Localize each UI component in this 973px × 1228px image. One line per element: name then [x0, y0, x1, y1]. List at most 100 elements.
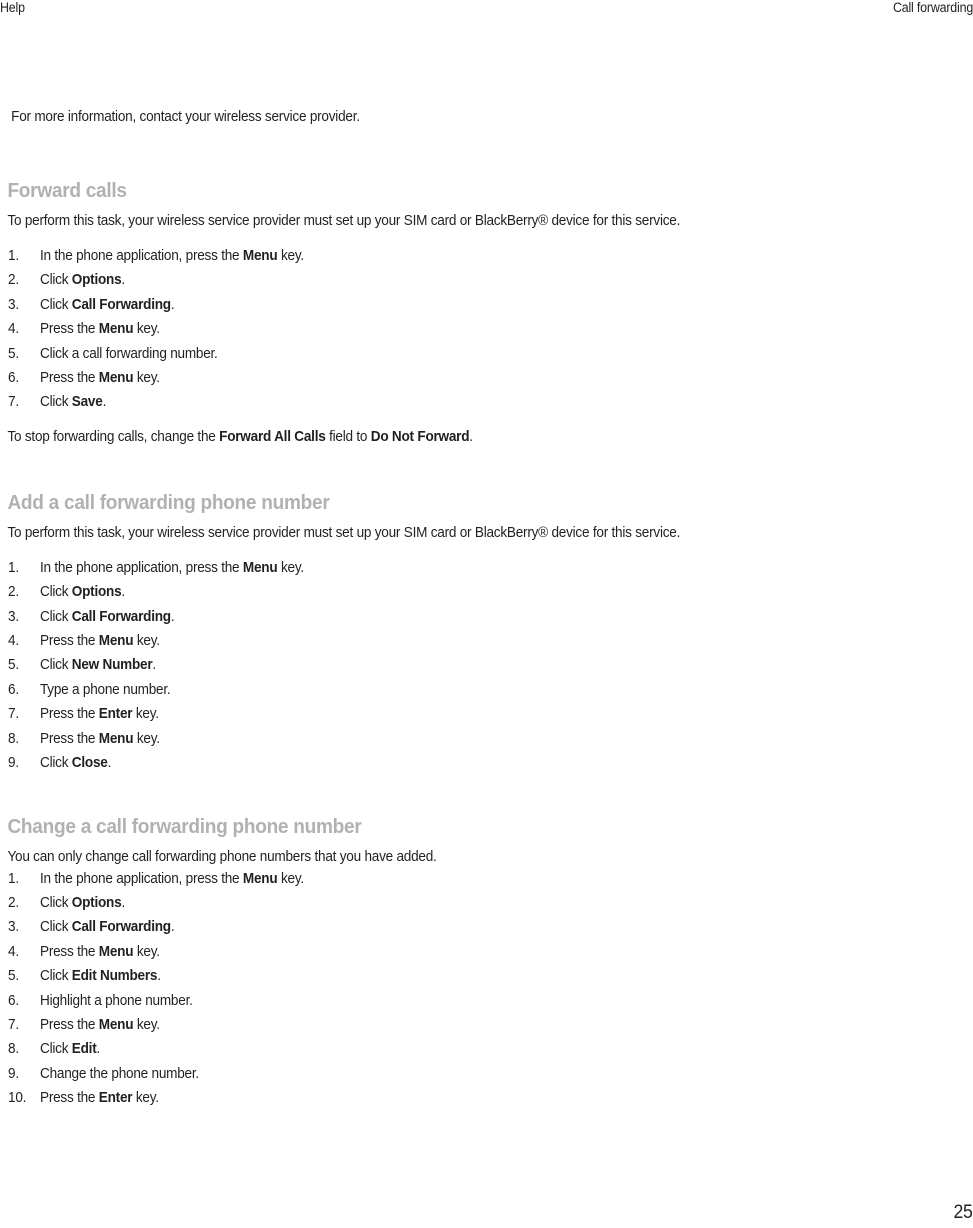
outro-text: To stop forwarding calls, change the — [7, 428, 220, 445]
step-number: 9. — [8, 1065, 19, 1082]
step-text-post: . — [121, 272, 125, 289]
step-text-post: . — [102, 394, 107, 411]
step-number: 8. — [8, 1041, 19, 1058]
step-text: Click New Number. — [40, 653, 156, 677]
step-text: Click Options. — [40, 268, 125, 292]
section-heading: Forward calls — [7, 179, 127, 202]
step-text-post: key. — [133, 730, 160, 747]
step-text-pre: Press the — [40, 730, 99, 747]
step-text-post: . — [170, 919, 175, 936]
procedure-step: 4. Press the Menu key. — [0, 940, 973, 964]
step-ui-label: Edit Numbers — [71, 968, 158, 985]
step-text: Click Call Forwarding. — [40, 605, 175, 629]
document-page: Help Call forwarding For more informatio… — [0, 0, 973, 1228]
step-number: 4. — [8, 633, 19, 650]
outro-ui-label: Forward All Calls — [219, 428, 326, 445]
step-text-post: key. — [133, 1016, 160, 1033]
procedure-step: 7. Press the Enter key. — [0, 702, 973, 726]
procedure-list: 1. In the phone application, press the Me… — [0, 867, 973, 1111]
step-text-pre: Press the — [40, 370, 99, 387]
step-text: Press the Menu key. — [40, 940, 160, 964]
step-ui-label: Menu — [242, 248, 278, 264]
step-text-pre: In the phone application, press the — [40, 248, 243, 264]
step-text-pre: Click — [40, 894, 72, 911]
procedure-step: 4. Press the Menu key. — [0, 317, 973, 341]
header-section-title: Call forwarding — [892, 0, 973, 15]
section-intro-paragraph: To perform this task, your wireless serv… — [7, 213, 681, 229]
step-ui-label: Save — [71, 394, 103, 411]
step-number: 9. — [8, 755, 19, 772]
step-ui-label: Menu — [98, 1016, 134, 1033]
step-number: 6. — [8, 370, 19, 387]
step-number: 6. — [8, 992, 19, 1009]
step-text: Type a phone number. — [40, 678, 171, 702]
step-number: 1. — [8, 870, 19, 887]
step-number: 4. — [8, 943, 19, 960]
step-number: 10. — [8, 1090, 27, 1107]
step-text: Click Save. — [40, 390, 106, 414]
step-text: In the phone application, press the Menu… — [40, 244, 304, 268]
step-text: Click Edit Numbers. — [40, 964, 161, 988]
step-text-post: . — [107, 755, 112, 772]
step-ui-label: Menu — [98, 370, 134, 387]
procedure-step: 3. Click Call Forwarding. — [0, 293, 973, 317]
procedure-step: 1. In the phone application, press the Me… — [0, 244, 973, 268]
step-text-post: key. — [277, 870, 304, 887]
step-text-pre: Press the — [40, 706, 99, 723]
step-ui-label: Menu — [98, 943, 134, 960]
step-text-post: . — [121, 894, 125, 911]
step-text-pre: Press the — [40, 943, 99, 960]
section-intro-paragraph: You can only change call forwarding phon… — [7, 848, 437, 865]
step-text-pre: Highlight a phone number. — [40, 992, 193, 1009]
step-text-pre: Click — [40, 657, 72, 674]
procedure-step: 7. Press the Menu key. — [0, 1013, 973, 1037]
procedure-step: 1. In the phone application, press the Me… — [0, 556, 973, 580]
step-text-post: . — [170, 296, 175, 313]
procedure-step: 7. Click Save. — [0, 390, 973, 414]
procedure-list: 1. In the phone application, press the Me… — [0, 244, 973, 415]
section-intro-paragraph: To perform this task, your wireless serv… — [7, 524, 681, 541]
procedure-step: 1. In the phone application, press the Me… — [0, 867, 973, 891]
step-text-post: . — [121, 584, 125, 601]
procedure-step: 6. Highlight a phone number. — [0, 989, 973, 1013]
step-number: 3. — [8, 296, 19, 313]
procedure-list: 1. In the phone application, press the Me… — [0, 556, 973, 776]
step-text-pre: Click — [40, 919, 72, 936]
step-text-pre: Click — [40, 296, 72, 313]
step-text-pre: Press the — [40, 1016, 99, 1033]
procedure-step: 4. Press the Menu key. — [0, 629, 973, 653]
step-text-pre: Click — [40, 968, 72, 985]
step-number: 5. — [8, 345, 19, 362]
step-text: In the phone application, press the Menu… — [40, 556, 304, 580]
procedure-step: 5. Click a call forwarding number. — [0, 342, 973, 366]
step-text-pre: In the phone application, press the — [40, 870, 243, 887]
procedure-step: 9. Click Close. — [0, 751, 973, 775]
step-number: 7. — [8, 706, 19, 723]
step-ui-label: Call Forwarding — [71, 608, 171, 625]
step-number: 2. — [8, 272, 19, 289]
step-ui-label: Options — [71, 894, 122, 911]
step-number: 5. — [8, 968, 19, 985]
step-text-pre: Click — [40, 608, 72, 625]
procedure-step: 9. Change the phone number. — [0, 1062, 973, 1086]
section-heading: Change a call forwarding phone number — [7, 814, 362, 838]
step-ui-label: Call Forwarding — [71, 296, 171, 313]
step-text-pre: Click — [40, 394, 72, 411]
step-ui-label: Menu — [242, 870, 278, 887]
step-text-pre: Click — [40, 584, 72, 601]
header-book-title: Help — [0, 0, 25, 15]
step-ui-label: Call Forwarding — [71, 919, 171, 936]
step-text-pre: Type a phone number. — [40, 681, 171, 698]
step-text-post: key. — [133, 633, 160, 650]
intro-paragraph: For more information, contact your wirel… — [11, 109, 360, 125]
step-text: Press the Enter key. — [40, 702, 159, 726]
step-text: Click Edit. — [40, 1037, 100, 1061]
procedure-step: 2. Click Options. — [0, 268, 973, 292]
running-header: Help Call forwarding — [0, 0, 973, 22]
step-ui-label: Menu — [98, 321, 134, 338]
outro-ui-label: Do Not Forward — [370, 428, 470, 445]
step-ui-label: Menu — [98, 633, 134, 650]
step-number: 8. — [8, 730, 19, 747]
step-text: Click Close. — [40, 751, 111, 775]
step-text-pre: Press the — [40, 633, 99, 650]
